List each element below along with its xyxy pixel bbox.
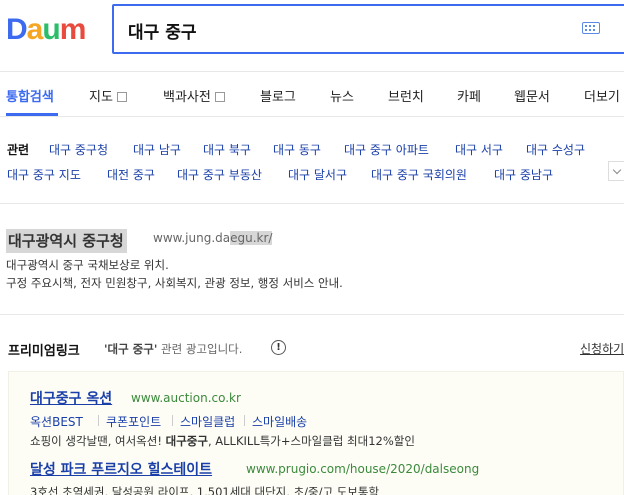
checkbox-icon[interactable]	[214, 91, 225, 102]
info-icon[interactable]: !	[271, 340, 286, 355]
related-link[interactable]: 대구 북구	[203, 141, 251, 158]
related-searches: 관련 대구 중구청 대구 남구 대구 북구 대구 동구 대구 중구 아파트 대구…	[0, 118, 624, 204]
daum-logo[interactable]: Daum	[6, 13, 87, 46]
divider	[98, 415, 99, 426]
ad-desc-text: , ALLKILL특가+스마일클럽 최대12%할인	[207, 434, 415, 448]
description-line: 대구광역시 중구 국채보상로 위치.	[6, 258, 169, 272]
ad-url[interactable]: www.auction.co.kr	[131, 391, 241, 405]
related-link[interactable]: 대구 달서구	[288, 166, 347, 183]
ad-sublink[interactable]: 스마일배송	[252, 413, 307, 430]
tab-label: 백과사전	[163, 90, 211, 105]
ad-desc-keyword: 대구중구	[165, 434, 208, 448]
related-link[interactable]: 대구 수성구	[526, 141, 585, 158]
tab-integrated[interactable]: 통합검색	[6, 86, 54, 105]
ad-desc-text: 쇼핑이 생각날땐, 여서옥션!	[30, 434, 166, 448]
related-link[interactable]: 대구 중구 국회의원	[371, 166, 467, 183]
premium-subtitle: '대구 중구' 관련 광고입니다.	[104, 341, 242, 357]
tab-map[interactable]: 지도	[89, 86, 127, 105]
logo-letter: a	[26, 13, 44, 46]
search-tabs: 통합검색 지도 백과사전 블로그 뉴스 브런치 카페 웹문서 더보기	[0, 73, 624, 117]
tab-brunch[interactable]: 브런치	[388, 86, 424, 105]
url-text-highlight: egu.kr/	[230, 231, 273, 245]
result-url[interactable]: www.jung.daegu.kr/	[153, 231, 273, 245]
active-tab-indicator	[6, 113, 58, 116]
search-box	[112, 4, 624, 54]
related-link[interactable]: 대전 중구	[107, 166, 155, 183]
related-link[interactable]: 대구 중구 아파트	[344, 141, 429, 158]
search-input[interactable]	[128, 18, 568, 42]
divider	[172, 415, 173, 426]
divider	[244, 415, 245, 426]
ad-sublink[interactable]: 쿠폰포인트	[106, 413, 161, 430]
related-title: 관련	[7, 143, 30, 157]
premium-links: 프리미엄링크 '대구 중구' 관련 광고입니다. ! 신청하기 대구중구 옥션 …	[0, 316, 624, 495]
keyboard-icon[interactable]	[582, 22, 600, 34]
ad-sublink[interactable]: 옥션BEST	[30, 413, 83, 430]
tab-label: 지도	[89, 90, 113, 105]
related-link[interactable]: 대구 동구	[273, 141, 321, 158]
ad-title[interactable]: 달성 파크 푸르지오 힐스테이트	[30, 459, 212, 479]
result-description: 대구광역시 중구 국채보상로 위치. 구정 주요시책, 전자 민원창구, 사회복…	[6, 256, 343, 292]
logo-letter: m	[59, 13, 87, 46]
ad-description: 쇼핑이 생각날땐, 여서옥션! 대구중구, ALLKILL특가+스마일클럽 최대…	[30, 433, 415, 449]
related-link[interactable]: 대구 중구 부동산	[177, 166, 262, 183]
related-link[interactable]: 대구 중구청	[49, 141, 108, 158]
ad-description: 3호선 초역세권, 달성공원 라이프, 1,501세대 대단지, 초/중/고 도…	[30, 485, 380, 495]
description-line: 구정 주요시책, 전자 민원창구, 사회복지, 관광 정보, 행정 서비스 안내…	[6, 276, 343, 290]
related-link[interactable]: 대구 중남구	[494, 166, 553, 183]
apply-link[interactable]: 신청하기	[580, 340, 624, 357]
premium-title: 프리미엄링크	[8, 344, 80, 359]
tab-webdoc[interactable]: 웹문서	[514, 86, 550, 105]
related-link[interactable]: 대구 서구	[455, 141, 503, 158]
tab-encyclopedia[interactable]: 백과사전	[163, 86, 225, 105]
ad-sublink[interactable]: 스마일클럽	[180, 413, 235, 430]
related-link[interactable]: 대구 남구	[133, 141, 181, 158]
chevron-down-icon[interactable]	[608, 161, 624, 181]
logo-letter: D	[6, 13, 28, 46]
tab-news[interactable]: 뉴스	[330, 86, 354, 105]
ad-list: 대구중구 옥션 www.auction.co.kr 옥션BEST 쿠폰포인트 스…	[8, 371, 624, 495]
tab-cafe[interactable]: 카페	[457, 86, 481, 105]
logo-letter: u	[42, 13, 60, 46]
premium-suffix: 관련 광고입니다.	[157, 342, 243, 356]
related-link[interactable]: 대구 중구 지도	[7, 166, 81, 183]
search-result: 대구광역시 중구청 www.jung.daegu.kr/ 대구광역시 중구 국채…	[0, 205, 624, 315]
ad-title[interactable]: 대구중구 옥션	[30, 388, 112, 408]
ad-url[interactable]: www.prugio.com/house/2020/dalseong	[246, 462, 479, 476]
url-text: www.jung.da	[153, 231, 231, 245]
header: Daum	[0, 0, 624, 72]
result-title[interactable]: 대구광역시 중구청	[6, 229, 127, 253]
premium-query: '대구 중구'	[104, 342, 158, 356]
checkbox-icon[interactable]	[116, 91, 127, 102]
tab-blog[interactable]: 블로그	[260, 86, 296, 105]
tab-more[interactable]: 더보기	[584, 86, 620, 105]
